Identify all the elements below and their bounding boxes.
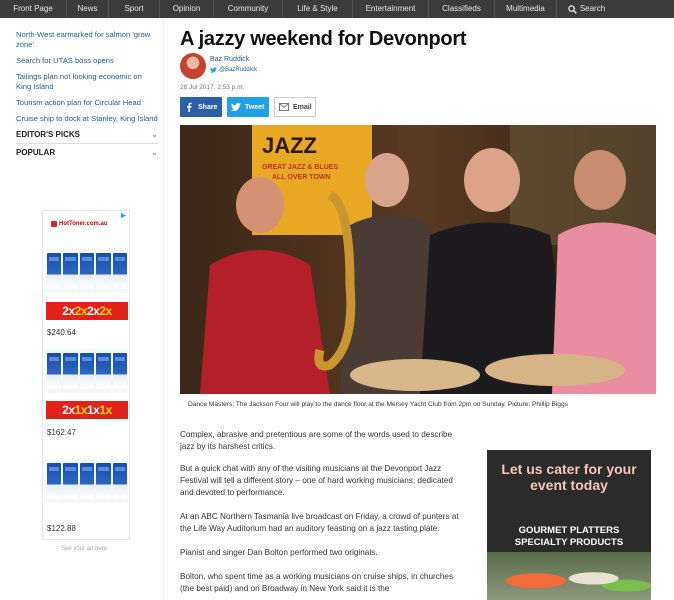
nav-search[interactable]: Search <box>557 0 616 18</box>
brand-mark-icon <box>51 221 57 227</box>
author-handle-text: @BazRuddick <box>219 67 258 73</box>
facebook-share-label: Share <box>198 103 218 111</box>
catering-ad-sub2: SPECIALTY PRODUCTS <box>514 537 624 548</box>
publish-date: 28 Jul 2017, 2:53 p.m. <box>180 84 245 91</box>
ad-price: $122.88 <box>47 524 76 533</box>
article-paragraph: Complex, abrasive and pretentious are so… <box>180 430 453 451</box>
top-nav: Front Page News Sport Opinion Community … <box>0 0 674 18</box>
sidebar-link-cruise[interactable]: Cruise ship to dock at Stanley, King Isl… <box>16 114 158 124</box>
ad-deal-banner: 2x1x1x1x <box>46 401 128 419</box>
band-photo-illustration: JAZZ GREAT JAZZ & BLUES ALL OVER TOWN <box>180 125 656 394</box>
sidebar-link-utas[interactable]: Search for UTAS boss opens <box>16 56 158 66</box>
ad-brand: HotToner.com.au <box>59 221 108 227</box>
nav-news[interactable]: News <box>67 0 109 18</box>
sidebar: North-West earmarked for salmon 'grow zo… <box>16 30 158 161</box>
ad-caption-link[interactable]: See your ad here <box>61 546 107 552</box>
cartridge-row <box>46 249 128 293</box>
catering-ad-sub1: GOURMET PLATTERS <box>518 525 620 536</box>
editors-picks-section[interactable]: EDITOR'S PICKS ⌄ <box>16 130 158 143</box>
cartridge-row <box>46 349 128 393</box>
sidebar-link-tourism[interactable]: Tourism action plan for Circular Head <box>16 98 158 108</box>
article-paragraph: Pianist and singer Dan Bolton performed … <box>180 548 378 557</box>
twitter-share-button[interactable]: Tweet <box>227 97 269 117</box>
adchoices-icon[interactable] <box>120 212 127 219</box>
nav-community[interactable]: Community <box>214 0 283 18</box>
email-share-label: Email <box>293 103 312 111</box>
popular-label: POPULAR <box>16 148 56 157</box>
author-name[interactable]: Baz Ruddick <box>210 56 249 63</box>
nav-classifieds[interactable]: Classifieds <box>429 0 495 18</box>
food-platter-image <box>487 552 651 600</box>
nav-multimedia[interactable]: Multimedia <box>495 0 557 18</box>
author-handle[interactable]: @BazRuddick <box>210 67 257 73</box>
article-photo[interactable]: JAZZ GREAT JAZZ & BLUES ALL OVER TOWN <box>180 125 656 394</box>
sidebar-link-tailings[interactable]: Tailings plan not looking economic on Ki… <box>16 72 158 92</box>
ad-deal-text: 2x1x1x1x <box>62 403 112 417</box>
photo-banner-sub2: ALL OVER TOWN <box>272 174 330 181</box>
photo-banner-sub1: GREAT JAZZ & BLUES <box>262 164 338 171</box>
nav-life-style[interactable]: Life & Style <box>283 0 353 18</box>
article-paragraph: At an ABC Northern Tasmania live broadca… <box>180 512 459 533</box>
article-paragraph: Bolton, who spent time as a working musi… <box>180 572 454 593</box>
nav-front-page[interactable]: Front Page <box>0 0 67 18</box>
author-avatar[interactable] <box>180 53 206 79</box>
divider <box>163 18 164 600</box>
email-icon <box>279 103 289 111</box>
catering-ad-headline: Let us cater for your event today <box>501 461 637 493</box>
facebook-share-button[interactable]: Share <box>180 97 222 117</box>
photo-banner-title: JAZZ <box>262 133 317 158</box>
ad-price: $162.47 <box>47 428 76 437</box>
email-share-button[interactable]: Email <box>274 97 316 117</box>
catering-ad[interactable]: Let us cater for your event today GOURME… <box>487 450 651 600</box>
search-icon <box>568 4 577 14</box>
ad-deal-text: 2x2x2x2x <box>62 304 112 318</box>
catering-ad-subtitle: GOURMET PLATTERS SPECIALTY PRODUCTS <box>487 525 651 549</box>
nav-sport[interactable]: Sport <box>109 0 160 18</box>
popular-section[interactable]: POPULAR ⌄ <box>16 143 158 161</box>
twitter-share-label: Tweet <box>245 103 265 111</box>
ad-price: $240.64 <box>47 328 76 337</box>
sidebar-link-salmon[interactable]: North-West earmarked for salmon 'grow zo… <box>16 30 158 50</box>
photo-caption: Dance Masters: The Jackson Four will pla… <box>188 401 568 408</box>
cartridge-row <box>46 459 128 503</box>
sidebar-ad[interactable]: HotToner.com.au 2x2x2x2x $240.64 2x1x1x1… <box>42 210 130 540</box>
search-label: Search <box>579 4 606 13</box>
nav-opinion[interactable]: Opinion <box>160 0 214 18</box>
facebook-icon <box>187 102 192 112</box>
ad-deal-banner: 2x2x2x2x <box>46 302 128 320</box>
chevron-down-icon: ⌄ <box>151 130 158 139</box>
nav-entertainment[interactable]: Entertainment <box>353 0 429 18</box>
editors-picks-label: EDITOR'S PICKS <box>16 130 80 139</box>
twitter-bird-icon <box>210 67 217 73</box>
twitter-icon <box>231 103 241 111</box>
ad-logo: HotToner.com.au <box>51 221 108 227</box>
article-paragraph: But a quick chat with any of the visitin… <box>180 464 453 497</box>
chevron-down-icon: ⌄ <box>151 148 158 157</box>
article-title: A jazzy weekend for Devonport <box>180 28 467 50</box>
